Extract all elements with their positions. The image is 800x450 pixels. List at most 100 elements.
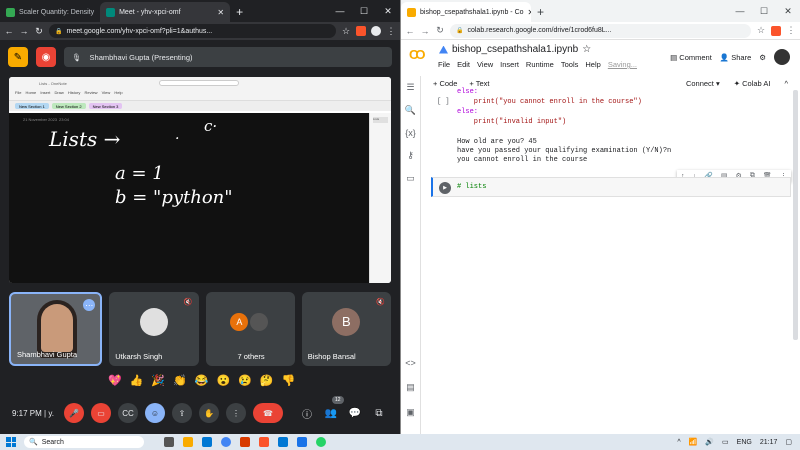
minimize-icon[interactable]: — (728, 0, 752, 22)
more-options-button[interactable]: ⋮ (226, 403, 246, 423)
star-icon[interactable]: ☆ (582, 44, 591, 55)
task-view-icon[interactable] (164, 437, 174, 447)
run-cell-icon[interactable]: ▶ (439, 182, 451, 194)
comment-button[interactable]: ▤ Comment (670, 53, 712, 62)
emoji-button[interactable]: ☺ (145, 403, 165, 423)
store-icon[interactable] (202, 437, 212, 447)
bookmark-star-icon[interactable]: ☆ (756, 25, 766, 36)
new-tab-button[interactable]: + (531, 2, 550, 22)
reaction-heart[interactable]: 💖 (108, 374, 122, 387)
profile-avatar[interactable] (774, 49, 790, 65)
brave-shield-icon[interactable] (771, 25, 781, 36)
activities-icon[interactable]: ⧉ (372, 408, 386, 419)
menu-edit[interactable]: Edit (457, 60, 470, 69)
record-icon[interactable]: ◉ (36, 47, 56, 67)
extensions-icon[interactable] (371, 26, 381, 36)
battery-icon[interactable]: ▭ (722, 438, 729, 446)
terminal-icon[interactable]: ▣ (406, 407, 415, 418)
tab-colab[interactable]: bishop_csepathshala1.ipynb - Co ✕ (401, 2, 531, 22)
address-bar[interactable]: 🔒 meet.google.com/yhv-xpci-omf?pli=1&auth… (49, 24, 336, 38)
more-options-icon[interactable]: ⋯ (83, 299, 96, 311)
reload-icon[interactable]: ↻ (34, 26, 44, 37)
close-tab-icon[interactable]: ✕ (217, 8, 224, 17)
reaction-thumbs-down[interactable]: 👎 (282, 374, 296, 387)
close-window-icon[interactable]: ✕ (776, 0, 800, 22)
bookmark-star-icon[interactable]: ☆ (341, 26, 351, 37)
toc-icon[interactable]: ☰ (406, 82, 414, 93)
leave-call-button[interactable]: ☎ (253, 403, 283, 423)
office-icon[interactable] (240, 437, 250, 447)
info-icon[interactable]: ⓘ (300, 406, 314, 421)
settings-gear-icon[interactable]: ⚙ (759, 53, 766, 62)
cell-run-bracket[interactable]: [ ] (437, 98, 450, 106)
reaction-thinking[interactable]: 🤔 (260, 374, 274, 387)
share-button[interactable]: 👤 Share (720, 53, 751, 62)
reaction-clap[interactable]: 👏 (173, 374, 187, 387)
captions-button[interactable]: CC (118, 403, 138, 423)
taskbar-search[interactable]: 🔍 Search (24, 436, 144, 448)
tab-meet[interactable]: Meet - yhv-xpci-omf ✕ (100, 2, 231, 22)
brave-shield-icon[interactable] (356, 26, 366, 36)
add-text-button[interactable]: + Text (469, 79, 489, 88)
participant-tile[interactable]: 🔇 B Bishop Bansal (301, 292, 391, 366)
files-folder-icon[interactable]: ▭ (406, 173, 415, 184)
variables-icon[interactable]: {x} (405, 128, 416, 138)
reaction-sad[interactable]: 😢 (238, 374, 252, 387)
menu-insert[interactable]: Insert (500, 60, 519, 69)
menu-help[interactable]: Help (585, 60, 600, 69)
people-icon[interactable]: 👥 (324, 408, 338, 419)
notifications-icon[interactable]: ▢ (785, 438, 792, 446)
menu-icon[interactable]: ⋮ (386, 26, 396, 37)
notebook-name[interactable]: bishop_csepathshala1.ipynb (452, 44, 578, 55)
address-bar[interactable]: 🔒 colab.research.google.com/drive/1crod6f… (450, 23, 751, 38)
menu-view[interactable]: View (477, 60, 493, 69)
menu-file[interactable]: File (438, 60, 450, 69)
wifi-icon[interactable]: 📶 (689, 438, 698, 446)
whatsapp-icon[interactable] (316, 437, 326, 447)
forward-icon[interactable]: → (19, 26, 29, 36)
menu-runtime[interactable]: Runtime (526, 60, 554, 69)
chat-icon[interactable]: 💬 (348, 408, 362, 419)
forward-icon[interactable]: → (420, 26, 430, 36)
secrets-key-icon[interactable]: ⚷ (407, 150, 414, 161)
language-indicator[interactable]: ENG (737, 439, 752, 446)
taskbar-clock[interactable]: 21:17 (760, 439, 778, 446)
present-button[interactable]: ⇪ (172, 403, 192, 423)
maximize-icon[interactable]: ☐ (752, 0, 776, 22)
volume-icon[interactable]: 🔊 (705, 438, 714, 446)
command-palette-icon[interactable]: ▤ (406, 382, 415, 393)
code-snippets-icon[interactable]: <> (405, 358, 416, 368)
reaction-thumbs-up[interactable]: 👍 (130, 374, 144, 387)
colab-ai-button[interactable]: ✦ Colab AI (734, 79, 771, 88)
vscode-icon[interactable] (278, 437, 288, 447)
camera-toggle-button[interactable]: ▭ (91, 403, 111, 423)
reload-icon[interactable]: ↻ (435, 25, 445, 36)
chrome-icon[interactable] (221, 437, 231, 447)
menu-tools[interactable]: Tools (561, 60, 579, 69)
reaction-surprised[interactable]: 😮 (217, 374, 231, 387)
menu-icon[interactable]: ⋮ (786, 25, 796, 36)
participant-tile[interactable]: A 7 others (205, 292, 295, 366)
raise-hand-button[interactable]: ✋ (199, 403, 219, 423)
participant-tile[interactable]: 🔇 Utkarsh Singh (109, 292, 199, 366)
participant-tile[interactable]: ⋯ Shambhavi Gupta (9, 292, 103, 366)
minimize-icon[interactable]: — (328, 0, 352, 22)
connect-button[interactable]: Connect ▾ (686, 79, 720, 88)
windows-start-icon[interactable] (6, 437, 16, 447)
scrollbar[interactable] (793, 90, 798, 340)
mic-toggle-button[interactable]: 🎤 (64, 403, 84, 423)
close-window-icon[interactable]: ✕ (376, 0, 400, 22)
search-icon[interactable]: 🔍 (405, 105, 416, 116)
maximize-icon[interactable]: ☐ (352, 0, 376, 22)
new-tab-button[interactable]: + (230, 2, 249, 22)
back-icon[interactable]: ← (405, 26, 415, 36)
collapse-icon[interactable]: ^ (784, 79, 788, 88)
brave-icon[interactable] (259, 437, 269, 447)
file-explorer-icon[interactable] (183, 437, 193, 447)
word-icon[interactable] (297, 437, 307, 447)
tab-scaler[interactable]: Scaler Quantity: Density (0, 2, 100, 22)
tray-chevron-icon[interactable]: ^ (677, 439, 680, 446)
back-icon[interactable]: ← (4, 26, 14, 36)
meet-notes-icon[interactable]: ✎ (8, 47, 28, 67)
reaction-party[interactable]: 🎉 (151, 374, 165, 387)
